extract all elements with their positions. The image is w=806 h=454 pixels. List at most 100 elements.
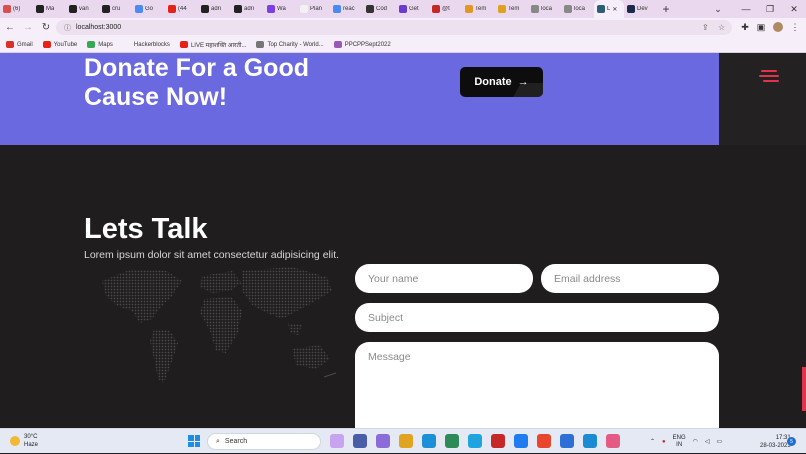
scroll-indicator[interactable] (802, 367, 806, 411)
bookmark-star-icon[interactable]: ☆ (718, 20, 725, 35)
battery-icon[interactable]: ▭ (717, 438, 723, 445)
extensions-icon[interactable]: ✚ (738, 20, 752, 34)
nav-side-panel (719, 53, 806, 145)
system-tray: ⌃ ● ENG IN ◠ ◁ ▭ (650, 429, 722, 454)
address-url[interactable]: localhost:3000 (76, 24, 121, 31)
bookmark-item[interactable]: Top Charity - World... (256, 41, 324, 48)
world-map-graphic (102, 267, 337, 383)
browser-tab[interactable]: Go (132, 0, 165, 18)
taskbar-app-icon[interactable] (606, 434, 620, 448)
bookmarks-bar: Gmail YouTube Maps Hackerblocks LIVE महाशक्त… (0, 37, 806, 53)
taskbar-search[interactable]: ⌕ Search (207, 433, 321, 450)
taskbar-app-icon[interactable] (376, 434, 390, 448)
close-window-button[interactable]: ✕ (782, 0, 806, 18)
bookmark-item[interactable]: LIVE महाशक्ति आरती... (179, 41, 246, 49)
browser-tab[interactable]: L ✕ (594, 0, 624, 18)
taskbar-app-icon[interactable] (422, 434, 436, 448)
browser-tab[interactable]: van (66, 0, 99, 18)
volume-icon[interactable]: ◁ (705, 438, 710, 445)
bookmark-icon (87, 41, 96, 48)
taskbar-app-icon[interactable] (537, 434, 551, 448)
taskbar-app-icon[interactable] (468, 434, 482, 448)
tab-label: (44 (178, 6, 187, 12)
reload-icon[interactable]: ↻ (38, 20, 54, 36)
new-tab-button[interactable]: + (657, 2, 675, 16)
web-page: Donate For a Good Cause Now! Donate → Le… (0, 53, 806, 428)
windows-start-icon[interactable] (188, 435, 200, 447)
browser-tab[interactable]: loca (528, 0, 561, 18)
taskbar-app-icon[interactable] (330, 434, 344, 448)
browser-tab[interactable]: Wa (264, 0, 297, 18)
browser-tab[interactable]: adri (231, 0, 264, 18)
weather-widget[interactable]: 30°C Haze (10, 433, 38, 449)
forward-icon[interactable]: → (20, 20, 36, 36)
notification-badge[interactable]: 5 (787, 437, 796, 446)
site-info-icon[interactable]: ⓘ (64, 23, 71, 33)
name-input[interactable]: Your name (355, 264, 533, 293)
profile-avatar[interactable] (771, 20, 785, 34)
donate-button[interactable]: Donate → (460, 67, 543, 97)
windows-taskbar: 30°C Haze ⌕ Search ⌃ ● ENG IN ◠ ◁ ▭ 17:3… (0, 428, 806, 453)
tab-label: Tem (475, 6, 487, 12)
taskbar-app-icon[interactable] (491, 434, 505, 448)
side-panel-icon[interactable]: ▣ (754, 20, 768, 34)
browser-tab[interactable]: Tem (495, 0, 528, 18)
browser-tab[interactable]: loca (561, 0, 594, 18)
wifi-icon[interactable]: ◠ (693, 438, 698, 445)
browser-tab[interactable]: Ma (33, 0, 66, 18)
bookmark-item[interactable]: Hackerblocks (122, 41, 170, 48)
bookmark-icon (122, 41, 131, 48)
browser-tab[interactable]: Tem (462, 0, 495, 18)
taskbar-app-icon[interactable] (399, 434, 413, 448)
browser-tab[interactable]: (6) (0, 0, 33, 18)
tab-favicon-icon (201, 5, 209, 13)
tab-label: cru (112, 6, 121, 12)
browser-tab[interactable]: adri (198, 0, 231, 18)
bookmark-item[interactable]: YouTube (42, 41, 78, 48)
bookmark-item[interactable]: Maps (87, 41, 113, 48)
close-tab-icon[interactable]: ✕ (612, 6, 617, 13)
bookmark-icon (6, 41, 14, 48)
hamburger-menu-icon[interactable] (759, 70, 779, 84)
bookmark-item[interactable]: PPCPPSept2022 (333, 41, 391, 48)
browser-tab[interactable]: Cod (363, 0, 396, 18)
browser-tab[interactable]: Dev (624, 0, 657, 18)
language-indicator[interactable]: ENG IN (673, 435, 686, 449)
browser-tab[interactable]: @t (429, 0, 462, 18)
email-input[interactable]: Email address (541, 264, 719, 293)
share-icon[interactable]: ⇪ (702, 20, 709, 35)
donate-banner: Donate For a Good Cause Now! Donate → (0, 53, 719, 145)
message-textarea[interactable]: Message (355, 342, 719, 428)
browser-tab[interactable]: (44 (165, 0, 198, 18)
browser-tab[interactable]: Get (396, 0, 429, 18)
browser-menu-icon[interactable]: ⋮ (788, 20, 802, 34)
browser-tab[interactable]: Plan (297, 0, 330, 18)
tab-search-button[interactable]: ⌄ (706, 0, 730, 18)
sun-icon (10, 436, 20, 446)
browser-tab[interactable]: reac (330, 0, 363, 18)
bookmark-item[interactable]: Gmail (6, 41, 33, 48)
restore-button[interactable]: ❐ (758, 0, 782, 18)
tab-label: adri (244, 6, 255, 12)
address-bar[interactable]: ⓘ localhost:3000 ⇪ ☆ (56, 20, 732, 35)
minimize-button[interactable]: — (734, 0, 758, 18)
tab-label: reac (343, 6, 355, 12)
bookmark-icon (256, 41, 265, 48)
tab-favicon-icon (564, 5, 572, 13)
taskbar-app-icon[interactable] (514, 434, 528, 448)
taskbar-app-icon[interactable] (353, 434, 367, 448)
tab-favicon-icon (3, 5, 11, 13)
bookmark-icon (179, 41, 188, 48)
subject-input[interactable]: Subject (355, 303, 719, 332)
taskbar-app-icon[interactable] (560, 434, 574, 448)
tab-label: Tem (508, 6, 520, 12)
antivirus-icon[interactable]: ● (662, 439, 666, 445)
browser-tab[interactable]: cru (99, 0, 132, 18)
tab-label: (6) (13, 6, 21, 12)
taskbar-app-icon[interactable] (583, 434, 597, 448)
chevron-up-icon[interactable]: ⌃ (650, 438, 655, 445)
bookmark-label: YouTube (53, 41, 78, 48)
back-icon[interactable]: ← (2, 20, 18, 36)
tab-label: Ma (46, 6, 55, 12)
taskbar-app-icon[interactable] (445, 434, 459, 448)
